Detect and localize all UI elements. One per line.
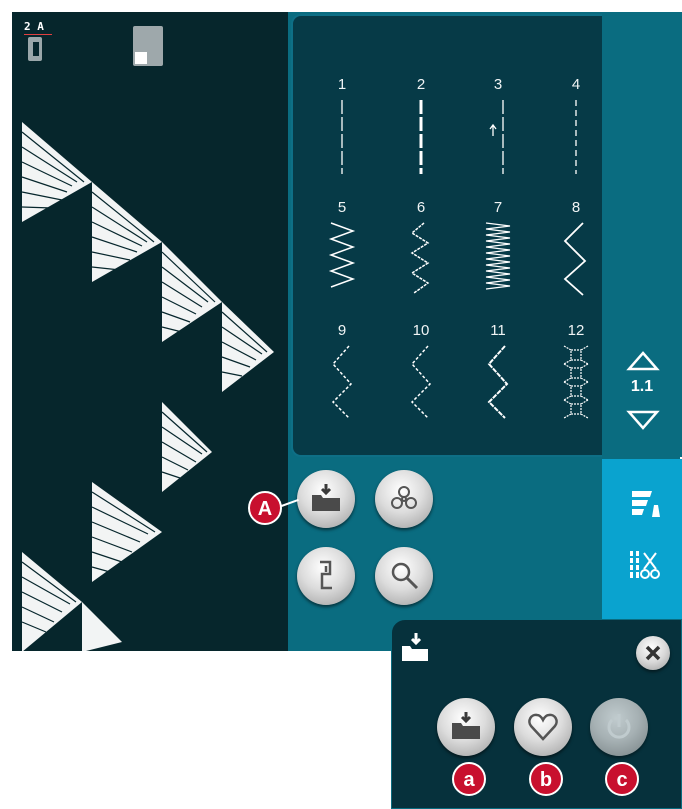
stitch-number: 9 [337,322,347,339]
stitch-number: 2 [416,76,426,93]
load-stitch-button[interactable] [297,470,355,528]
zigzag-stitch-icon [410,345,432,419]
stitch-item-9[interactable]: 9 [312,322,372,432]
stitch-number: 4 [571,76,581,93]
callout-marker-b: b [529,762,563,796]
power-icon [607,714,631,739]
heart-icon [528,713,558,741]
stitch-number: 7 [493,199,503,216]
straight-stitch-icon [575,100,577,174]
stitch-item-11[interactable]: 11 [468,322,528,432]
straight-stitch-icon [341,100,343,174]
zigzag-stitch-icon [328,222,356,288]
stitch-number: 1 [337,76,347,93]
stitch-item-4[interactable]: 4 [546,76,606,186]
zigzag-stitch-icon [487,345,509,419]
stitch-item-3[interactable]: 3 [468,76,528,186]
load-folder-icon [312,484,340,511]
straight-stitch-icon [419,100,423,174]
stitch-number: 10 [412,322,430,339]
presser-foot-label: 2 A [24,20,44,33]
stitch-preview-pattern [21,122,274,651]
stitch-number: 8 [571,199,581,216]
swirl-icon [391,486,417,509]
stitch-item-6[interactable]: 6 [391,199,451,309]
scroll-down-arrow-icon[interactable] [626,409,660,431]
stitch-number: 12 [567,322,585,339]
search-button[interactable] [375,547,433,605]
satin-stitch-icon [485,222,511,290]
search-icon [391,562,419,590]
favorites-button[interactable] [514,698,572,756]
stitch-number: 3 [493,76,503,93]
scroll-up-arrow-icon[interactable] [626,350,660,372]
callout-marker-a: A [248,491,282,525]
stitch-item-7[interactable]: 7 [468,199,528,309]
stitch-plate-icon [133,26,163,66]
stitch-item-5[interactable]: 5 [312,199,372,309]
stitch-technique-button[interactable] [297,547,355,605]
load-folder-icon [452,712,480,739]
scroll-column: 1.1 [602,12,682,457]
close-icon [645,645,661,661]
stitch-menu-icon[interactable] [626,487,662,521]
load-folder-icon [402,633,428,661]
stitch-number: 11 [490,322,506,339]
stitch-technique-icon [320,560,332,590]
stitch-item-8[interactable]: 8 [546,199,606,309]
stitch-item-1[interactable]: 1 [312,76,372,186]
personal-stitches-button[interactable] [590,698,648,756]
load-popup: a b c [391,619,682,809]
stitch-number: 5 [337,199,347,216]
stitch-item-12[interactable]: 12 [546,322,606,432]
zigzag-stitch-icon [563,222,587,296]
decorative-menu-button[interactable] [375,470,433,528]
honeycomb-stitch-icon [563,345,589,419]
callout-marker-c: c [605,762,639,796]
stitch-preview-area: 2 A [12,12,288,651]
stitch-edit-icon[interactable] [626,549,662,583]
stitch-item-10[interactable]: 10 [391,322,451,432]
stitch-number: 6 [416,199,426,216]
callout-marker-a-small: a [452,762,486,796]
straight-reverse-stitch-icon [489,100,504,174]
load-from-file-button[interactable] [437,698,495,756]
close-button[interactable] [636,636,670,670]
zigzag-stitch-icon [331,345,353,419]
presser-foot-icon: 2 A [22,20,56,64]
stitch-item-2[interactable]: 2 [391,76,451,186]
zigzag-stitch-icon [410,222,430,294]
page-indicator: 1.1 [630,378,654,395]
